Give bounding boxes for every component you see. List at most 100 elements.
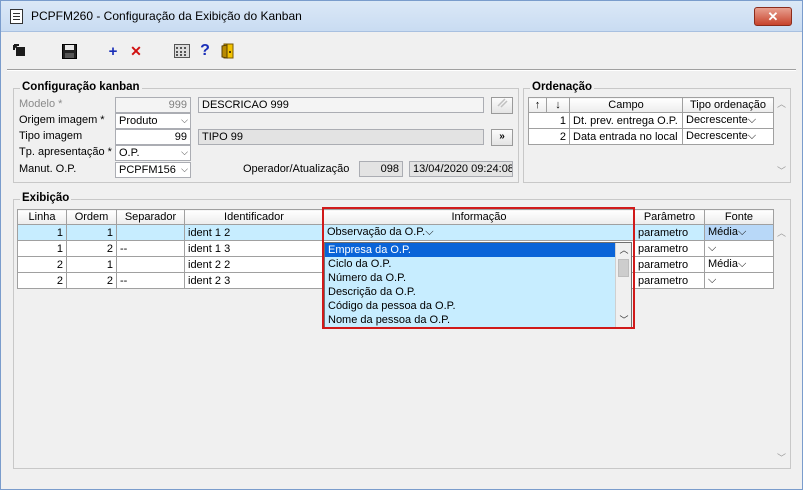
operador-code-field: 098 xyxy=(359,161,403,177)
chevron-down-icon: ⌵ xyxy=(181,115,188,125)
toolbar: + ✕ ? xyxy=(1,37,802,65)
scroll-down-icon[interactable]: ﹀ xyxy=(774,164,789,179)
modelo-label: Modelo * xyxy=(19,98,63,110)
chevron-down-icon: ⌵ xyxy=(737,226,747,238)
operador-label: Operador/Atualização xyxy=(243,163,350,175)
ordem-cell[interactable]: 1 xyxy=(66,224,117,241)
tipo-ordenacao-value: Decrescente xyxy=(686,114,748,126)
toolbar-separator xyxy=(7,69,796,71)
ordem-cell[interactable]: 1 xyxy=(66,256,117,273)
linha-cell[interactable]: 1 xyxy=(17,240,67,257)
scroll-up-icon[interactable]: ︿ xyxy=(774,97,789,112)
linha-cell[interactable]: 2 xyxy=(17,256,67,273)
move-down-icon[interactable]: ↓ xyxy=(546,97,570,113)
ordem-cell[interactable]: 2 xyxy=(66,240,117,257)
parametro-cell[interactable]: parametro xyxy=(634,240,705,257)
ordem-num-cell: 2 xyxy=(528,128,570,145)
modelo-lookup-button xyxy=(491,97,513,114)
ordenacao-table: ↑ ↓ Campo Tipo ordenação 1 Dt. prev. ent… xyxy=(528,97,774,145)
save-icon[interactable] xyxy=(58,41,80,61)
origem-imagem-select[interactable]: Produto ⌵ xyxy=(115,113,191,129)
origem-imagem-label: Origem imagem * xyxy=(19,114,105,126)
chevron-down-icon: ⌵ xyxy=(181,147,188,157)
add-icon[interactable]: + xyxy=(102,41,124,61)
fonte-cell[interactable]: Média⌵ xyxy=(704,256,774,273)
table-row[interactable]: 1 Dt. prev. entrega O.P. Decrescente⌵ xyxy=(528,112,774,129)
separador-cell[interactable] xyxy=(116,256,185,273)
parametro-cell[interactable]: parametro xyxy=(634,224,705,241)
ordem-num-cell: 1 xyxy=(528,112,570,129)
separador-cell[interactable]: -- xyxy=(116,240,185,257)
chevron-down-icon: ⌵ xyxy=(708,242,717,254)
identificador-cell[interactable]: ident 1 3 xyxy=(184,240,324,257)
tp-apresentacao-value: O.P. xyxy=(119,147,140,159)
fonte-cell[interactable]: ⌵ xyxy=(704,272,774,289)
chevron-down-icon: ⌵ xyxy=(747,130,757,142)
ordenacao-scrollbar[interactable]: ︿ ﹀ xyxy=(774,97,789,179)
close-button[interactable]: ✕ xyxy=(754,7,792,26)
campo-cell[interactable]: Data entrada no local xyxy=(569,128,683,145)
tp-apresentacao-label: Tp. apresentação * xyxy=(19,146,112,158)
separador-cell[interactable] xyxy=(116,224,185,241)
exit-door-icon[interactable] xyxy=(217,41,239,61)
chevron-down-icon: ⌵ xyxy=(181,164,188,174)
parametro-cell[interactable]: parametro xyxy=(634,272,705,289)
main-window: PCPFM260 - Configuração da Exibição do K… xyxy=(0,0,803,490)
tp-apresentacao-select[interactable]: O.P. ⌵ xyxy=(115,145,191,161)
identificador-cell[interactable]: ident 2 2 xyxy=(184,256,324,273)
fonte-cell[interactable]: ⌵ xyxy=(704,240,774,257)
move-up-icon[interactable]: ↑ xyxy=(528,97,547,113)
tipo-ordenacao-header: Tipo ordenação xyxy=(682,97,774,113)
campo-cell[interactable]: Dt. prev. entrega O.P. xyxy=(569,112,683,129)
title-bar: PCPFM260 - Configuração da Exibição do K… xyxy=(1,1,802,32)
ordem-header: Ordem xyxy=(66,209,117,225)
modelo-description-field: DESCRICAO 999 xyxy=(198,97,484,113)
manut-op-value: PCPFM156 xyxy=(119,164,176,176)
atualizacao-datetime-field: 13/04/2020 09:24:08 xyxy=(409,161,513,177)
linha-header: Linha xyxy=(17,209,67,225)
tipo-ordenacao-cell[interactable]: Decrescente⌵ xyxy=(682,112,774,129)
ordenacao-header-row: ↑ ↓ Campo Tipo ordenação xyxy=(528,97,774,113)
tipo-imagem-description-field: TIPO 99 xyxy=(198,129,484,145)
help-icon[interactable]: ? xyxy=(194,41,216,61)
campo-header: Campo xyxy=(569,97,683,113)
parametro-cell[interactable]: parametro xyxy=(634,256,705,273)
highlight-annotation-box xyxy=(322,207,635,329)
separador-cell[interactable]: -- xyxy=(116,272,185,289)
origem-imagem-value: Produto xyxy=(119,115,158,127)
linha-cell[interactable]: 1 xyxy=(17,224,67,241)
chevron-down-icon: ⌵ xyxy=(747,114,757,126)
manut-op-select[interactable]: PCPFM156 ⌵ xyxy=(115,162,191,178)
identificador-cell[interactable]: ident 1 2 xyxy=(184,224,324,241)
tipo-ordenacao-cell[interactable]: Decrescente⌵ xyxy=(682,128,774,145)
window-title: PCPFM260 - Configuração da Exibição do K… xyxy=(31,9,302,23)
separador-header: Separador xyxy=(116,209,185,225)
document-icon xyxy=(10,9,23,24)
linha-cell[interactable]: 2 xyxy=(17,272,67,289)
config-kanban-legend: Configuração kanban xyxy=(20,81,142,93)
fonte-cell[interactable]: Média⌵ xyxy=(704,224,774,241)
scroll-down-icon[interactable]: ﹀ xyxy=(774,451,789,466)
parametro-header: Parâmetro xyxy=(634,209,705,225)
tipo-imagem-lookup-button[interactable]: » xyxy=(491,129,513,146)
ordenacao-legend: Ordenação xyxy=(530,81,595,93)
fonte-value: Média xyxy=(708,258,738,270)
table-row[interactable]: 2 Data entrada no local Decrescente⌵ xyxy=(528,128,774,145)
scroll-up-icon[interactable]: ︿ xyxy=(774,226,789,241)
tipo-ordenacao-value: Decrescente xyxy=(686,130,748,142)
chevron-down-icon: ⌵ xyxy=(708,274,717,286)
tipo-imagem-code-field[interactable]: 99 xyxy=(115,129,191,145)
nav-arrow-icon[interactable] xyxy=(9,41,31,61)
delete-icon[interactable]: ✕ xyxy=(125,41,147,61)
ordem-cell[interactable]: 2 xyxy=(66,272,117,289)
modelo-code-field: 999 xyxy=(115,97,191,113)
calculator-icon[interactable] xyxy=(171,41,193,61)
exibicao-legend: Exibição xyxy=(20,192,72,204)
tipo-imagem-label: Tipo imagem xyxy=(19,130,83,142)
fonte-header: Fonte xyxy=(704,209,774,225)
manut-op-label: Manut. O.P. xyxy=(19,163,77,175)
fonte-value: Média xyxy=(708,226,738,238)
identificador-cell[interactable]: ident 2 3 xyxy=(184,272,324,289)
identificador-header: Identificador xyxy=(184,209,324,225)
exibicao-scrollbar[interactable]: ︿ ﹀ xyxy=(774,226,789,466)
